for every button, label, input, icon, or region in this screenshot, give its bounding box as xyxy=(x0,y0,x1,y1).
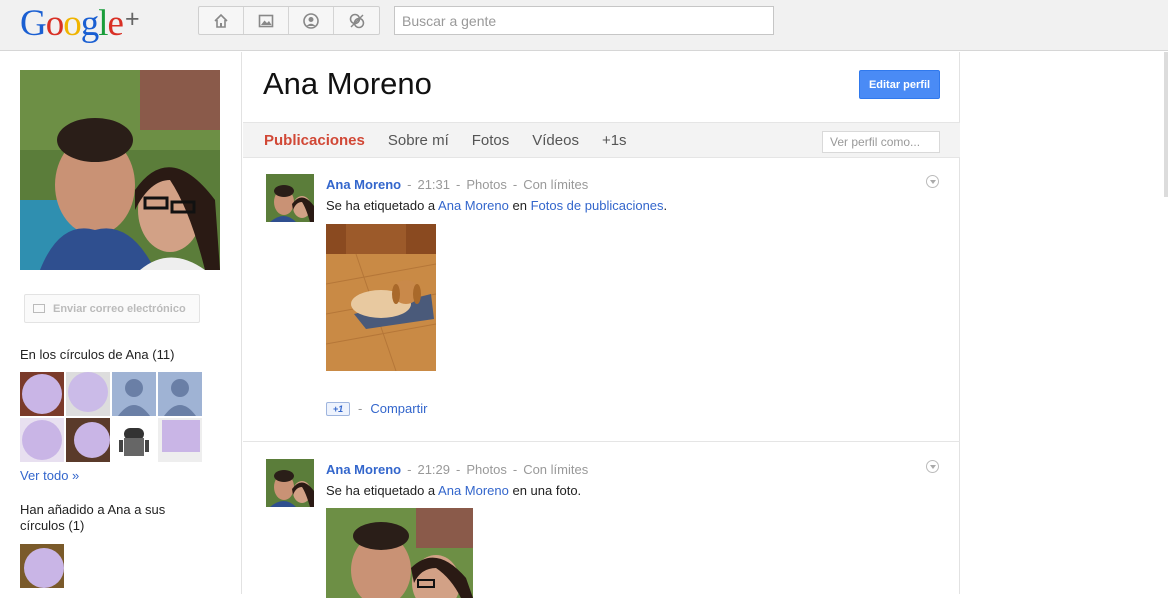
post-author[interactable]: Ana Moreno xyxy=(326,462,401,477)
post-time[interactable]: 21:29 xyxy=(417,462,450,477)
added-to-circles-title: Han añadido a Ana a sus círculos (1) xyxy=(20,502,166,533)
logo-letter: G xyxy=(20,3,47,44)
tab-plus-ones[interactable]: +1s xyxy=(602,132,627,149)
post-avatar[interactable] xyxy=(266,174,314,222)
post: Ana Moreno -21:31- Photos - Con límites Se h… xyxy=(243,158,960,442)
logo-letter: g xyxy=(80,3,99,44)
separator: - xyxy=(358,401,363,416)
scrollbar[interactable] xyxy=(1164,52,1168,197)
nav-home-button[interactable] xyxy=(199,7,244,34)
post-header: Ana Moreno -21:31- Photos - Con límites xyxy=(326,177,588,192)
post-photo[interactable] xyxy=(326,224,436,371)
post-text-mid: en xyxy=(508,198,531,213)
post: Ana Moreno -21:29- Photos - Con límites Se h… xyxy=(243,443,960,598)
profile-photo[interactable] xyxy=(20,70,220,270)
post-text: Se ha etiquetado a Ana Moreno en una fot… xyxy=(326,483,581,498)
see-all-link[interactable]: Ver todo » xyxy=(20,468,79,483)
circle-avatar[interactable] xyxy=(112,418,156,462)
logo-letter: o xyxy=(63,3,81,44)
profile-photo-image xyxy=(20,70,220,270)
circle-avatar[interactable] xyxy=(66,372,110,416)
post-actions: +1 - Compartir xyxy=(326,401,427,416)
post-text-prefix: Se ha etiquetado a xyxy=(326,483,439,498)
profile-main: Ana Moreno Editar perfil Publicaciones S… xyxy=(243,52,960,598)
edit-profile-button[interactable]: Editar perfil xyxy=(859,70,940,99)
circles-avatar-grid xyxy=(20,372,204,462)
search-input[interactable] xyxy=(394,6,774,35)
circle-avatar[interactable] xyxy=(158,418,202,462)
separator: - xyxy=(407,462,412,477)
circle-avatar[interactable] xyxy=(158,372,202,416)
tagged-person-link[interactable]: Ana Moreno xyxy=(438,198,509,213)
post-text-suffix: . xyxy=(663,198,668,213)
post-header: Ana Moreno -21:29- Photos - Con límites xyxy=(326,462,588,477)
view-profile-as-input[interactable] xyxy=(822,131,940,153)
circles-icon xyxy=(349,13,364,28)
post-photo[interactable] xyxy=(326,508,473,598)
post-text-prefix: Se ha etiquetado a xyxy=(326,198,439,213)
separator: - xyxy=(512,177,518,192)
post-menu-chevron-icon[interactable] xyxy=(926,460,939,473)
tab-sobre-mi[interactable]: Sobre mí xyxy=(388,132,449,149)
circle-avatar[interactable] xyxy=(112,372,156,416)
profile-icon xyxy=(303,12,319,29)
post-source: Photos xyxy=(466,177,507,192)
profile-tabs: Publicaciones Sobre mí Fotos Vídeos +1s xyxy=(243,122,960,158)
main-nav xyxy=(198,6,380,35)
logo-letter: o xyxy=(45,3,64,44)
logo-plus: + xyxy=(124,5,140,33)
profile-name: Ana Moreno xyxy=(263,66,432,101)
circle-avatar[interactable] xyxy=(66,418,110,462)
photos-icon xyxy=(258,14,274,27)
post-visibility[interactable]: Con límites xyxy=(523,462,588,477)
circle-avatar[interactable] xyxy=(20,372,64,416)
post-visibility[interactable]: Con límites xyxy=(523,177,588,192)
in-circles-title: En los círculos de Ana (11) xyxy=(20,347,175,362)
tab-videos[interactable]: Vídeos xyxy=(532,132,579,149)
tab-fotos[interactable]: Fotos xyxy=(472,132,510,149)
separator: - xyxy=(456,177,461,192)
circle-avatar[interactable] xyxy=(20,418,64,462)
nav-circles-button[interactable] xyxy=(334,7,379,34)
separator: - xyxy=(456,462,461,477)
share-link[interactable]: Compartir xyxy=(370,401,427,416)
home-icon xyxy=(214,13,228,28)
tagged-person-link[interactable]: Ana Moreno xyxy=(438,483,509,498)
post-time[interactable]: 21:31 xyxy=(417,177,450,192)
envelope-icon xyxy=(33,304,45,313)
separator: - xyxy=(512,462,518,477)
google-plus-logo[interactable]: Google+ xyxy=(20,2,140,46)
send-email-label: Enviar correo electrónico xyxy=(53,302,186,315)
post-text-suffix: en una foto. xyxy=(508,483,582,498)
nav-profile-button[interactable] xyxy=(289,7,334,34)
top-bar: Google+ xyxy=(0,0,1168,51)
logo-letter: l xyxy=(98,3,108,44)
post-source: Photos xyxy=(466,462,507,477)
tab-publicaciones[interactable]: Publicaciones xyxy=(264,132,365,149)
separator: - xyxy=(407,177,412,192)
album-link[interactable]: Fotos de publicaciones xyxy=(531,198,664,213)
logo-letter: e xyxy=(107,3,124,44)
send-email-button[interactable]: Enviar correo electrónico xyxy=(24,294,200,323)
added-by-avatar[interactable] xyxy=(20,544,64,588)
post-author[interactable]: Ana Moreno xyxy=(326,177,401,192)
post-text: Se ha etiquetado a Ana Moreno en Fotos d… xyxy=(326,198,667,213)
nav-photos-button[interactable] xyxy=(244,7,289,34)
post-menu-chevron-icon[interactable] xyxy=(926,175,939,188)
post-avatar[interactable] xyxy=(266,459,314,507)
plus-one-button[interactable]: +1 xyxy=(326,401,350,416)
left-sidebar: Enviar correo electrónico En los círculo… xyxy=(0,52,242,594)
